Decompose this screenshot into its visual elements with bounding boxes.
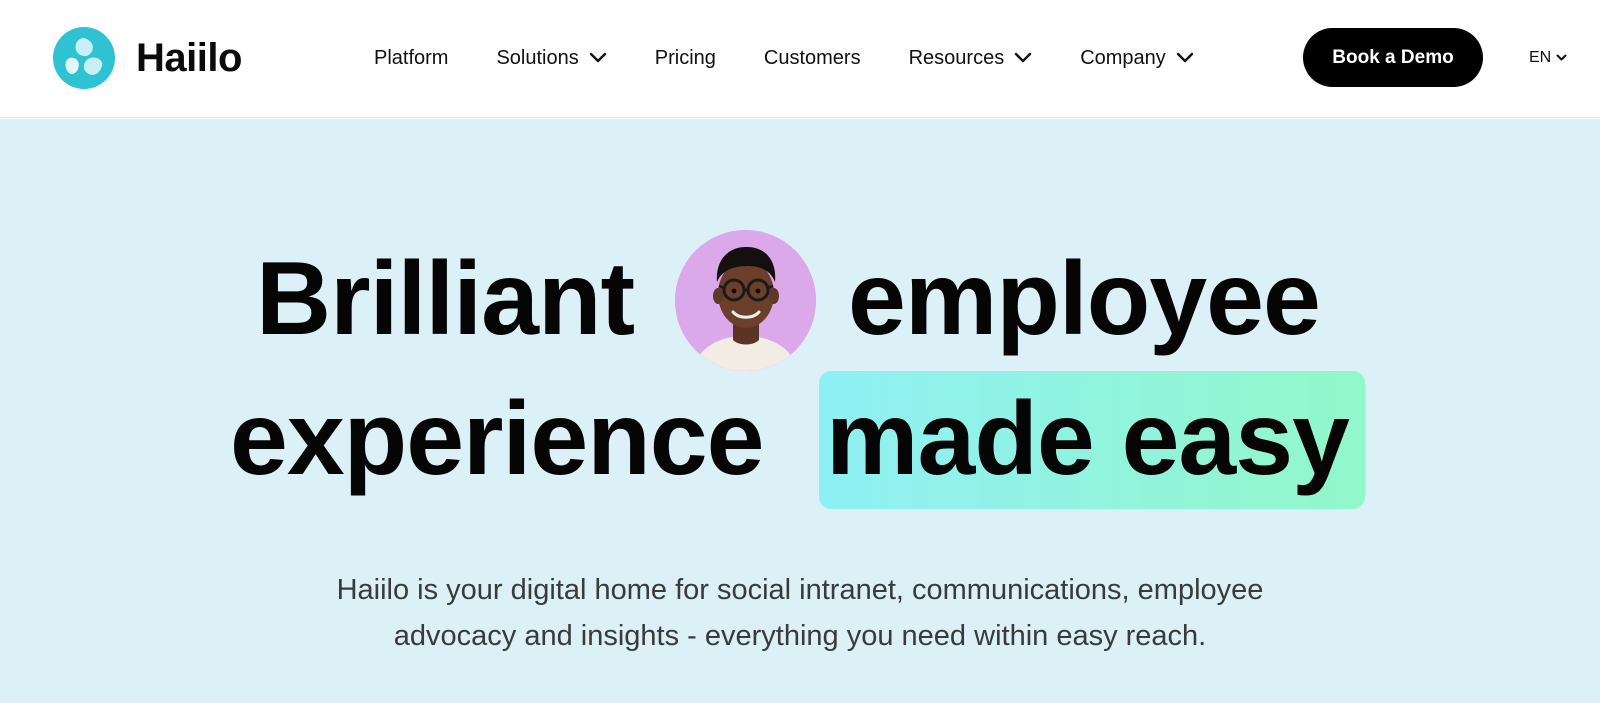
person-photo-icon xyxy=(675,230,816,371)
headline-highlighted-phrase: made easy xyxy=(826,381,1350,497)
nav-item-solutions[interactable]: Solutions xyxy=(496,47,606,70)
language-selector[interactable]: EN xyxy=(1529,46,1567,70)
site-header: Haiilo Platform Solutions Pricing Custom… xyxy=(0,0,1600,118)
book-demo-button[interactable]: Book a Demo xyxy=(1303,28,1483,87)
hero-subtitle-line-2: advocacy and insights - everything you n… xyxy=(393,620,1207,652)
chevron-down-icon xyxy=(589,52,606,63)
nav-item-label: Solutions xyxy=(496,46,579,69)
hero-subtitle-line-1: Haiilo is your digital home for social i… xyxy=(336,574,1264,606)
language-label: EN xyxy=(1529,49,1552,66)
nav-item-label: Platform xyxy=(374,46,449,69)
main-nav: Platform Solutions Pricing Customers Res… xyxy=(374,40,1194,76)
headline-word-experience: experience xyxy=(230,381,764,497)
nav-item-pricing[interactable]: Pricing xyxy=(655,47,716,70)
chevron-down-icon xyxy=(1556,54,1567,61)
nav-item-label: Pricing xyxy=(654,46,716,69)
logo-wordmark: Haiilo xyxy=(136,36,242,80)
nav-item-label: Resources xyxy=(908,46,1005,69)
nav-item-resources[interactable]: Resources xyxy=(909,47,1033,70)
nav-item-platform[interactable]: Platform xyxy=(374,47,448,70)
hero-section: Brilliant employee experience made easy … xyxy=(0,119,1600,703)
headline-word-employee: employee xyxy=(848,241,1321,357)
avatar xyxy=(675,230,816,371)
chevron-down-icon xyxy=(1176,52,1194,63)
nav-item-company[interactable]: Company xyxy=(1080,47,1194,70)
hero-headline: Brilliant employee experience made easy xyxy=(0,119,1600,519)
nav-item-label: Customers xyxy=(763,46,861,69)
logo[interactable]: Haiilo xyxy=(52,26,242,90)
headline-word-brilliant: Brilliant xyxy=(256,241,635,357)
nav-item-customers[interactable]: Customers xyxy=(764,47,861,70)
hero-subtitle: Haiilo is your digital home for social i… xyxy=(250,567,1350,659)
nav-item-label: Company xyxy=(1080,46,1166,69)
logo-icon xyxy=(53,27,115,89)
chevron-down-icon xyxy=(1015,52,1032,63)
